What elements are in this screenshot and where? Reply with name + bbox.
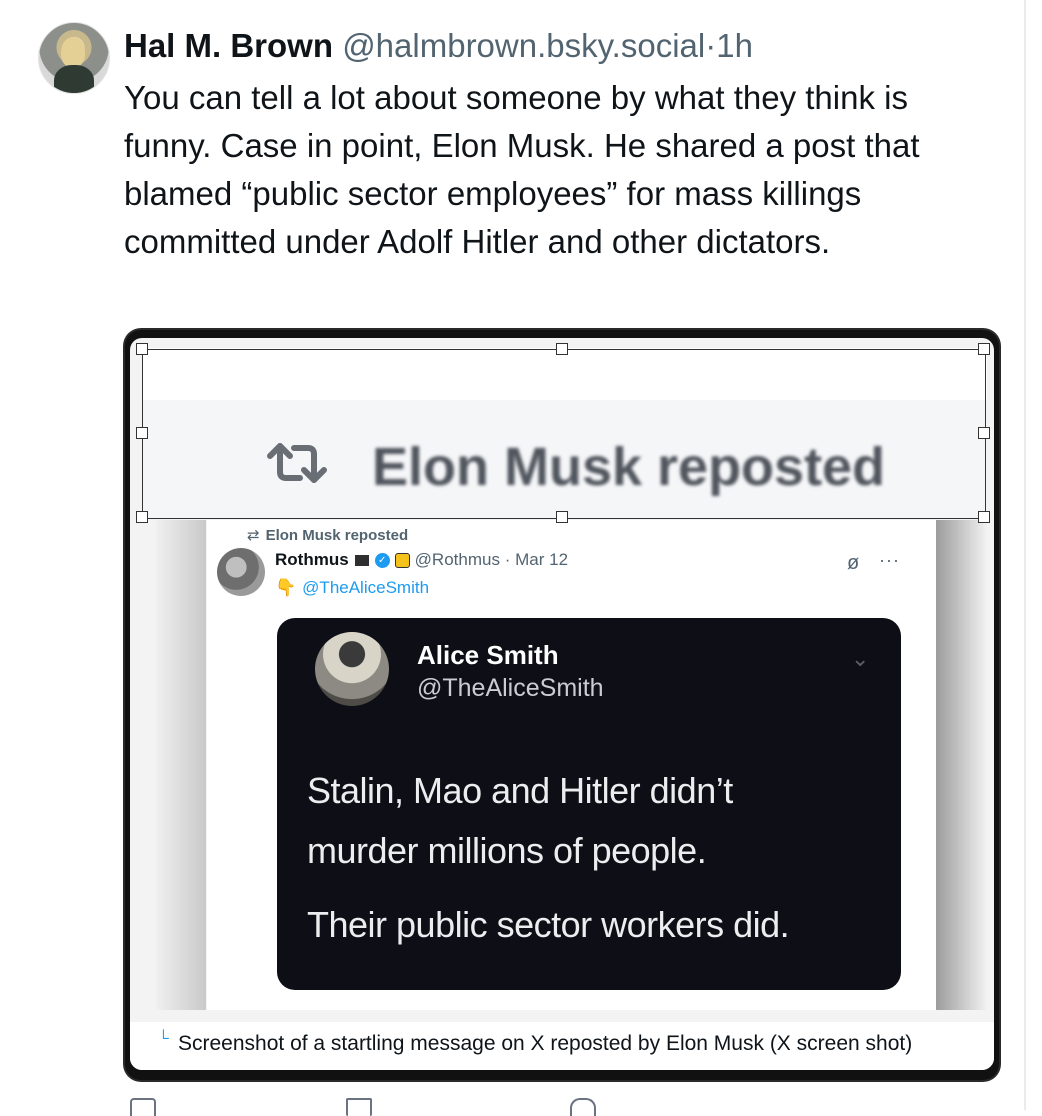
tweet-avatar (217, 548, 265, 596)
affiliate-badge-icon (394, 553, 410, 569)
repost-line: ⇄ Elon Musk reposted (247, 526, 408, 544)
resize-handle-left[interactable] (136, 427, 148, 439)
resize-handle-top-left[interactable] (136, 343, 148, 355)
author-handle[interactable]: @halmbrown.bsky.social (342, 27, 705, 64)
tweet-author-name: Rothmus (275, 550, 349, 569)
resize-handle-bottom[interactable] (556, 511, 568, 523)
resize-handle-top-right[interactable] (978, 343, 990, 355)
caption-corner-icon: └ (158, 1030, 169, 1047)
quoted-tweet-card: Alice Smith @TheAliceSmith ⌄ Stalin, Mao… (277, 618, 901, 990)
caption-text: Screenshot of a startling message on X r… (178, 1032, 913, 1055)
resize-handle-bottom-left[interactable] (136, 511, 148, 523)
resize-handle-right[interactable] (978, 427, 990, 439)
resize-handle-top[interactable] (556, 343, 568, 355)
embedded-tweet: ⇄ Elon Musk reposted Rothmus ✓ @Rothmus · M… (207, 520, 936, 1010)
more-icon: ··· (879, 550, 900, 570)
repost-action-icon[interactable] (346, 1098, 372, 1116)
resize-handle-bottom-right[interactable] (978, 511, 990, 523)
author-avatar[interactable] (38, 22, 110, 94)
left-shade (156, 520, 206, 1010)
tweet-header: Rothmus ✓ @Rothmus · Mar 12 (275, 550, 568, 570)
chevron-down-icon: ⌄ (851, 646, 870, 671)
post-separator: · (705, 27, 717, 64)
column-divider (1024, 0, 1026, 1110)
pointing-down-icon: 👇 (275, 578, 297, 597)
right-shade (936, 520, 986, 1010)
quote-line-1: Stalin, Mao and Hitler didn’t (307, 770, 733, 811)
quoted-name: Alice Smith (417, 640, 559, 670)
post-time[interactable]: 1h (716, 27, 753, 64)
verified-icon: ✓ (374, 553, 390, 569)
repost-label: Elon Musk reposted (265, 527, 409, 544)
quoted-handle: @TheAliceSmith (417, 674, 604, 702)
tweet-separator: · (504, 550, 511, 569)
flag-icon (354, 555, 369, 567)
post-text: You can tell a lot about someone by what… (124, 79, 920, 260)
tweet-mention: @TheAliceSmith (302, 578, 430, 597)
tweet-author-handle: @Rothmus (414, 550, 500, 569)
selection-box[interactable] (142, 349, 986, 519)
quote-line-2: murder millions of people. (307, 830, 707, 871)
image-caption: └ Screenshot of a startling message on X… (130, 1022, 994, 1070)
post-header: Hal M. Brown @halmbrown.bsky.social·1h (124, 26, 753, 66)
mention-line: 👇 @TheAliceSmith (275, 578, 429, 598)
reply-icon[interactable] (130, 1098, 156, 1116)
quote-line-3: Their public sector workers did. (307, 904, 790, 945)
quoted-avatar (315, 632, 389, 706)
repost-icon: ⇄ (247, 527, 260, 544)
author-name[interactable]: Hal M. Brown (124, 27, 333, 64)
like-icon[interactable] (570, 1098, 596, 1116)
tweet-date: Mar 12 (515, 550, 569, 569)
grok-icon: ø (847, 552, 860, 574)
